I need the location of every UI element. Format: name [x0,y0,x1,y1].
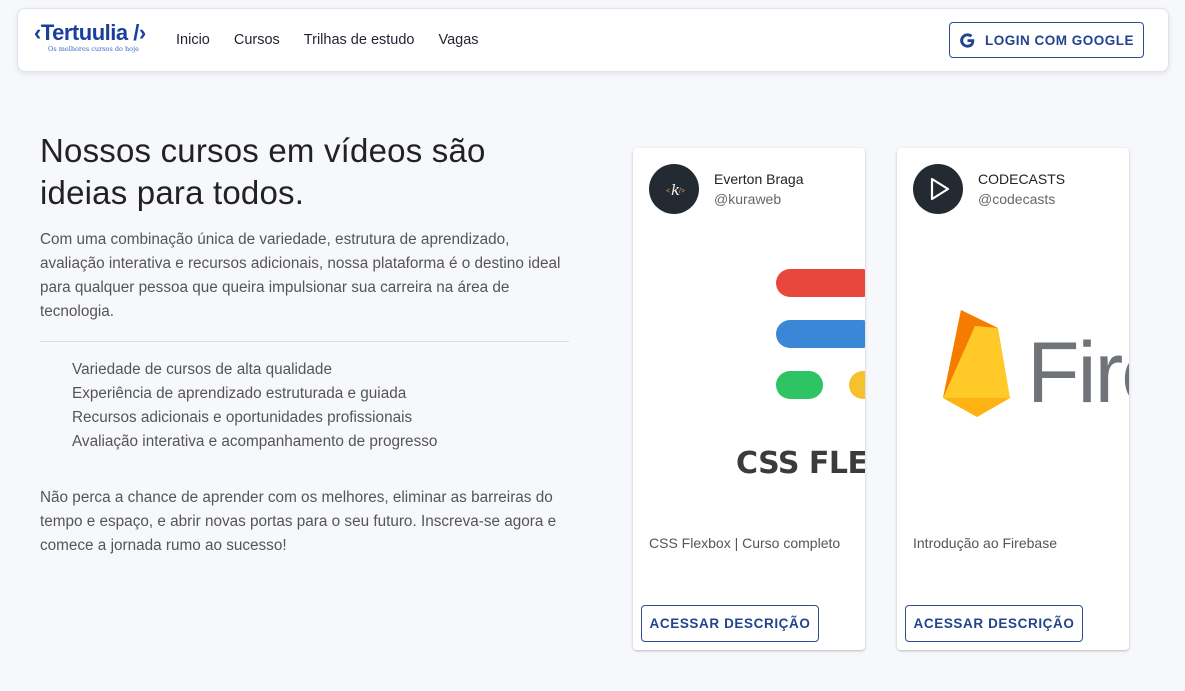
author-handle: @kuraweb [714,191,782,207]
hero-intro: Com uma combinação única de variedade, e… [40,231,561,320]
main-nav: Inicio Cursos Trilhas de estudo Vagas [176,9,479,71]
kuraweb-k-logo: < k /> [666,181,685,199]
author-handle: @codecasts [978,191,1056,207]
nav-item-inicio[interactable]: Inicio [176,32,210,48]
thumbnail-text: Firebase [1027,325,1129,421]
brand-name: ‹Tertuulia /› [34,20,146,45]
hero-title: Nossos cursos em vídeos são ideias para … [40,132,486,211]
google-g-icon [960,32,975,48]
play-icon [930,177,950,201]
nav-item-cursos[interactable]: Cursos [234,32,280,48]
nav-item-vagas[interactable]: Vagas [439,32,479,48]
course-title: CSS Flexbox | Curso completo [649,535,841,551]
feature-item: Avaliação interativa e acompanhamento de… [72,433,438,450]
brand-logo[interactable]: ‹Tertuulia /› Os melhores cursos do hoje [34,19,158,63]
course-card-css-flexbox[interactable]: < k /> Everton Braga @kuraweb CSS FLEXBO… [633,148,865,650]
course-thumbnail[interactable]: CSS FLEXBOX [633,236,865,536]
thumbnail-text: CSS FLEXBOX [736,446,865,481]
top-app-bar: ‹Tertuulia /› Os melhores cursos do hoje… [17,8,1169,72]
nav-item-trilhas[interactable]: Trilhas de estudo [304,32,415,48]
feature-list: Variedade de cursos de alta qualidade Ex… [40,358,570,454]
hero-outro: Não perca a chance de aprender com os me… [40,489,557,554]
access-description-button[interactable]: ACESSAR DESCRIÇÃO [641,605,819,642]
svg-text:/>: /> [679,188,685,195]
svg-text:<: < [666,188,670,195]
feature-item: Experiência de aprendizado estruturada e… [72,385,407,402]
course-thumbnail[interactable]: Firebase [897,236,1129,536]
author-name: Everton Braga [714,171,804,187]
access-button-label: ACESSAR DESCRIÇÃO [913,616,1075,631]
access-description-button[interactable]: ACESSAR DESCRIÇÃO [905,605,1083,642]
author-avatar [913,164,963,214]
course-title: Introdução ao Firebase [913,535,1057,551]
feature-item: Recursos adicionais e oportunidades prof… [72,409,413,426]
access-button-label: ACESSAR DESCRIÇÃO [649,616,811,631]
login-google-button[interactable]: LOGIN COM GOOGLE [949,22,1144,58]
css-flexbox-thumbnail-art [776,269,865,399]
author-name: CODECASTS [978,171,1066,187]
divider [40,341,569,342]
login-button-label: LOGIN COM GOOGLE [985,32,1134,48]
author-avatar: < k /> [649,164,699,214]
course-card-firebase[interactable]: CODECASTS @codecasts Firebase Introdução… [897,148,1129,650]
feature-item: Variedade de cursos de alta qualidade [72,361,332,378]
hero-section: Nossos cursos em vídeos são ideias para … [40,130,570,558]
